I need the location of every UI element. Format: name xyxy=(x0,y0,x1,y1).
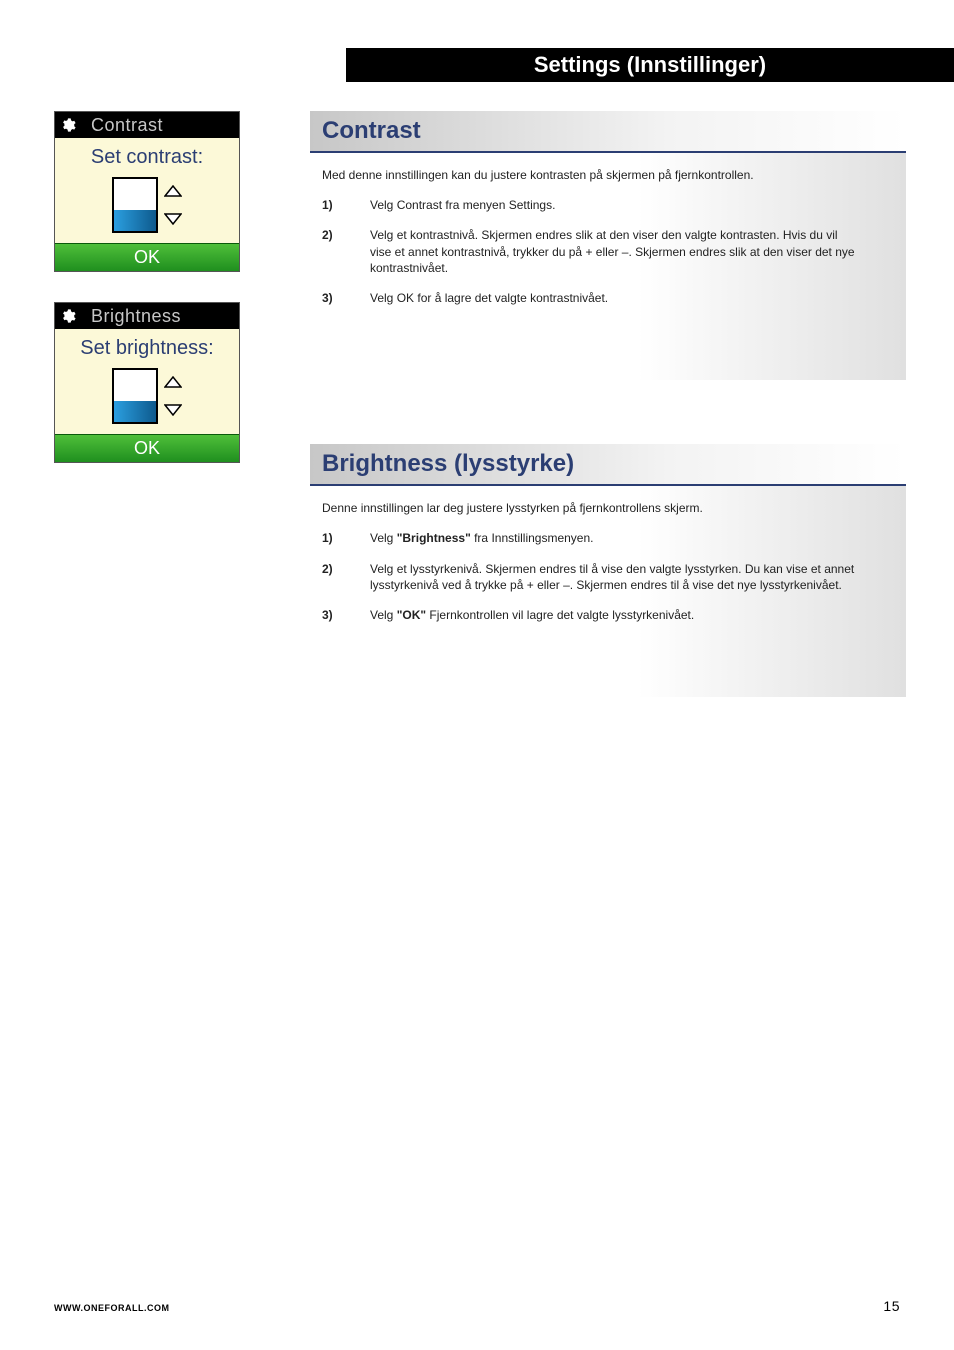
footer-url: WWW.ONEFORALL.COM xyxy=(54,1303,169,1313)
section-heading-text: Brightness (lysstyrke) xyxy=(322,450,574,478)
level-control xyxy=(55,177,239,233)
page-header-title: Settings (Innstillinger) xyxy=(534,52,766,78)
step-item: 3) Velg OK for å lagre det valgte kontra… xyxy=(322,290,900,306)
step-number: 1) xyxy=(322,530,370,546)
step-text: Velg OK for å lagre det valgte kontrastn… xyxy=(370,290,900,306)
ok-button[interactable]: OK xyxy=(55,243,239,271)
step-text: Velg et kontrastnivå. Skjermen endres sl… xyxy=(370,227,900,276)
section-heading: Contrast xyxy=(310,111,906,153)
step-pre: Velg xyxy=(370,531,397,545)
step-number: 3) xyxy=(322,290,370,306)
device-title-text: Contrast xyxy=(81,115,239,136)
level-arrows xyxy=(164,185,182,225)
arrow-down-icon[interactable] xyxy=(164,213,182,225)
device-title-text: Brightness xyxy=(81,306,239,327)
level-fill xyxy=(114,401,156,422)
step-number: 2) xyxy=(322,227,370,276)
device-prompt: Set brightness: xyxy=(55,337,239,360)
gear-icon xyxy=(55,308,81,324)
section-heading: Brightness (lysstyrke) xyxy=(310,444,906,486)
ok-label: OK xyxy=(134,438,160,459)
arrow-down-icon[interactable] xyxy=(164,404,182,416)
step-pre: Velg xyxy=(370,608,397,622)
step-bold: "OK" xyxy=(397,608,426,622)
arrow-up-icon[interactable] xyxy=(164,185,182,197)
step-item: 2) Velg et lysstyrkenivå. Skjermen endre… xyxy=(322,561,900,593)
gear-icon xyxy=(55,117,81,133)
step-item: 3) Velg "OK" Fjernkontrollen vil lagre d… xyxy=(322,607,900,623)
level-indicator xyxy=(112,177,158,233)
sidebar: Contrast Set contrast: OK xyxy=(54,111,240,493)
step-number: 1) xyxy=(322,197,370,213)
section-intro: Med denne innstillingen kan du justere k… xyxy=(322,167,900,183)
ok-label: OK xyxy=(134,247,160,268)
device-title-bar: Brightness xyxy=(55,303,239,329)
step-number: 2) xyxy=(322,561,370,593)
section-brightness: Brightness (lysstyrke) Denne innstilling… xyxy=(310,444,906,697)
step-text: Velg Contrast fra menyen Settings. xyxy=(370,197,900,213)
step-bold: "Brightness" xyxy=(397,531,471,545)
page-footer: WWW.ONEFORALL.COM 15 xyxy=(54,1298,900,1314)
main-content: Contrast Med denne innstillingen kan du … xyxy=(310,111,906,761)
step-item: 1) Velg "Brightness" fra Innstillingsmen… xyxy=(322,530,900,546)
step-item: 1) Velg Contrast fra menyen Settings. xyxy=(322,197,900,213)
step-number: 3) xyxy=(322,607,370,623)
device-panel-contrast: Contrast Set contrast: OK xyxy=(54,111,240,272)
step-text: Velg et lysstyrkenivå. Skjermen endres t… xyxy=(370,561,900,593)
step-text: Velg "OK" Fjernkontrollen vil lagre det … xyxy=(370,607,900,623)
level-arrows xyxy=(164,376,182,416)
step-post: fra Innstillingsmenyen. xyxy=(471,531,594,545)
step-item: 2) Velg et kontrastnivå. Skjermen endres… xyxy=(322,227,900,276)
ok-button[interactable]: OK xyxy=(55,434,239,462)
section-heading-text: Contrast xyxy=(322,117,421,145)
device-body: Set brightness: xyxy=(55,329,239,434)
step-text: Velg "Brightness" fra Innstillingsmenyen… xyxy=(370,530,900,546)
section-contrast: Contrast Med denne innstillingen kan du … xyxy=(310,111,906,380)
level-control xyxy=(55,368,239,424)
device-prompt: Set contrast: xyxy=(55,146,239,169)
section-body: Denne innstillingen lar deg justere lyss… xyxy=(310,486,906,697)
device-title-bar: Contrast xyxy=(55,112,239,138)
step-post: Fjernkontrollen vil lagre det valgte lys… xyxy=(426,608,694,622)
arrow-up-icon[interactable] xyxy=(164,376,182,388)
section-intro: Denne innstillingen lar deg justere lyss… xyxy=(322,500,900,516)
level-fill xyxy=(114,210,156,231)
page-header: Settings (Innstillinger) xyxy=(346,48,954,82)
device-body: Set contrast: xyxy=(55,138,239,243)
page-number: 15 xyxy=(883,1298,900,1314)
level-indicator xyxy=(112,368,158,424)
device-panel-brightness: Brightness Set brightness: OK xyxy=(54,302,240,463)
section-body: Med denne innstillingen kan du justere k… xyxy=(310,153,906,380)
